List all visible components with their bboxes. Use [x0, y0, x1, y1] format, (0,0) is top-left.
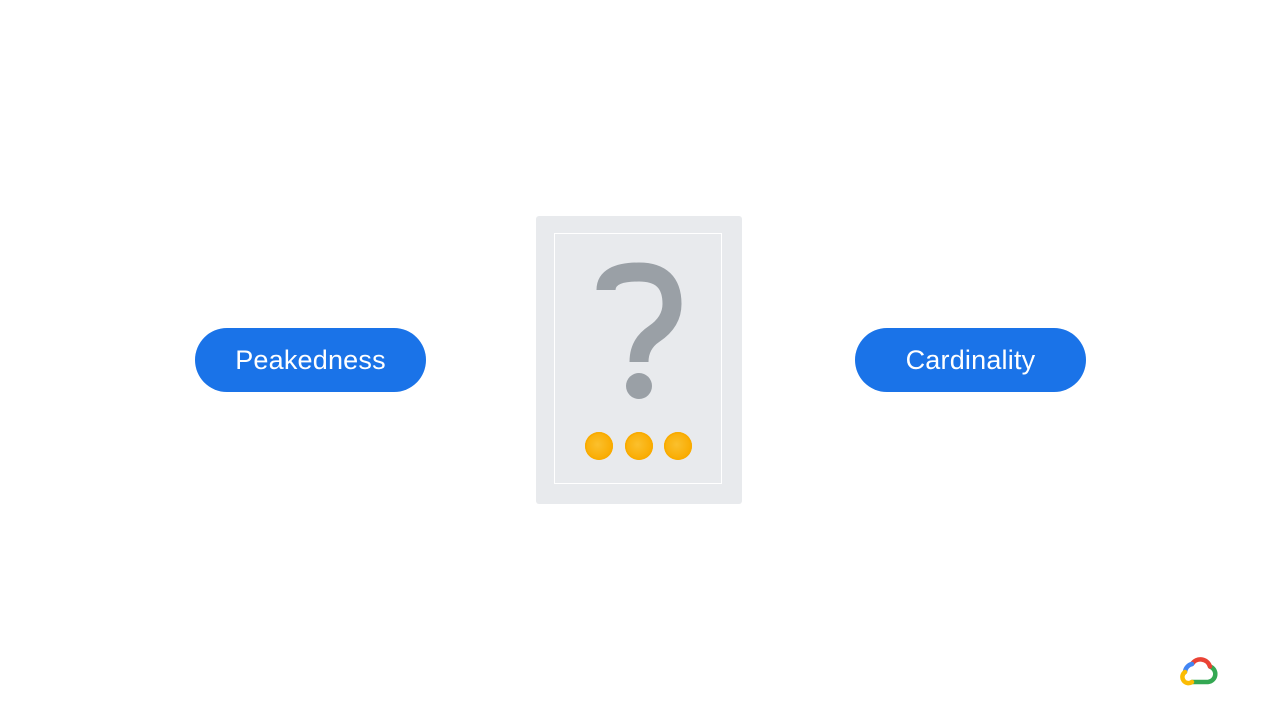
question-mark-icon: [596, 262, 682, 399]
yellow-dot: [664, 432, 692, 460]
peakedness-pill[interactable]: Peakedness: [195, 328, 426, 392]
yellow-dot: [585, 432, 613, 460]
yellow-dot: [625, 432, 653, 460]
slide-stage: Peakedness Cardinality: [0, 0, 1280, 720]
google-cloud-icon: [1180, 657, 1218, 686]
mystery-card: [536, 216, 742, 504]
cardinality-pill[interactable]: Cardinality: [855, 328, 1086, 392]
